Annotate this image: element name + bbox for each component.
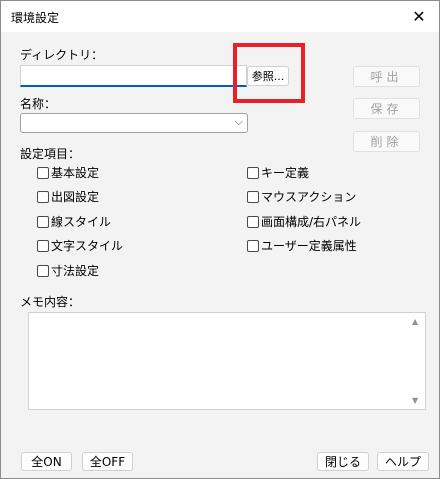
checkbox-box[interactable] — [247, 239, 259, 252]
title-bar: 環境設定 ✕ — [1, 1, 439, 32]
memo-label: メモ内容： — [20, 295, 81, 309]
checkbox-label: 線スタイル — [51, 215, 112, 229]
checkbox-label: 画面構成/右パネル — [261, 215, 362, 229]
name-label: 名称： — [20, 97, 57, 111]
checkbox-text-style[interactable]: 文字スタイル — [37, 237, 123, 254]
memo-textarea[interactable]: ▲ ▼ — [28, 312, 426, 410]
window-title: 環境設定 — [11, 11, 60, 25]
settings-items-label: 設定項目： — [20, 147, 81, 161]
checkbox-mouse-action[interactable]: マウスアクション — [247, 188, 356, 205]
checkbox-box[interactable] — [247, 215, 259, 228]
checkbox-basic-settings[interactable]: 基本設定 — [37, 164, 99, 181]
checkbox-dimension-settings[interactable]: 寸法設定 — [37, 262, 99, 279]
close-button[interactable]: 閉じる — [317, 452, 369, 471]
save-button[interactable]: 保存 — [353, 98, 420, 119]
checkbox-box[interactable] — [37, 215, 49, 228]
scroll-up-icon[interactable]: ▲ — [412, 317, 418, 326]
memo-scrollbar[interactable]: ▲ ▼ — [409, 313, 425, 409]
checkbox-user-attributes[interactable]: ユーザー定義属性 — [247, 237, 357, 254]
checkbox-screen-layout[interactable]: 画面構成/右パネル — [247, 213, 361, 230]
checkbox-label: 寸法設定 — [51, 264, 100, 278]
checkbox-box[interactable] — [247, 190, 259, 203]
name-combobox[interactable]: ⌵ — [20, 113, 248, 133]
chevron-down-icon: ⌵ — [234, 115, 243, 128]
checkbox-line-style[interactable]: 線スタイル — [37, 213, 111, 230]
checkbox-label: ユーザー定義属性 — [261, 239, 357, 253]
help-button[interactable]: ヘルプ — [377, 452, 429, 471]
all-off-button[interactable]: 全OFF — [82, 452, 133, 471]
checkbox-box[interactable] — [37, 264, 49, 277]
checkbox-label: 出図設定 — [51, 190, 100, 204]
checkbox-label: 基本設定 — [51, 166, 100, 180]
checkbox-label: 文字スタイル — [51, 239, 124, 253]
checkbox-box[interactable] — [247, 166, 259, 179]
browse-button[interactable]: 参照... — [247, 66, 289, 86]
checkbox-label: マウスアクション — [261, 190, 357, 204]
close-icon[interactable]: ✕ — [399, 1, 439, 32]
checkbox-box[interactable] — [37, 166, 49, 179]
checkbox-output-settings[interactable]: 出図設定 — [37, 188, 99, 205]
checkbox-key-definition[interactable]: キー定義 — [247, 164, 309, 181]
checkbox-box[interactable] — [37, 239, 49, 252]
scroll-down-icon[interactable]: ▼ — [412, 396, 418, 405]
directory-label: ディレクトリ： — [20, 48, 104, 62]
recall-button[interactable]: 呼出 — [353, 66, 420, 87]
directory-input[interactable] — [20, 65, 247, 87]
checkbox-label: キー定義 — [261, 166, 310, 180]
delete-button[interactable]: 削除 — [353, 131, 420, 152]
settings-dialog: 環境設定 ✕ ディレクトリ： 参照... 呼出 保存 削除 名称： ⌵ 設定項目… — [0, 0, 440, 479]
all-on-button[interactable]: 全ON — [21, 452, 72, 471]
checkbox-box[interactable] — [37, 190, 49, 203]
